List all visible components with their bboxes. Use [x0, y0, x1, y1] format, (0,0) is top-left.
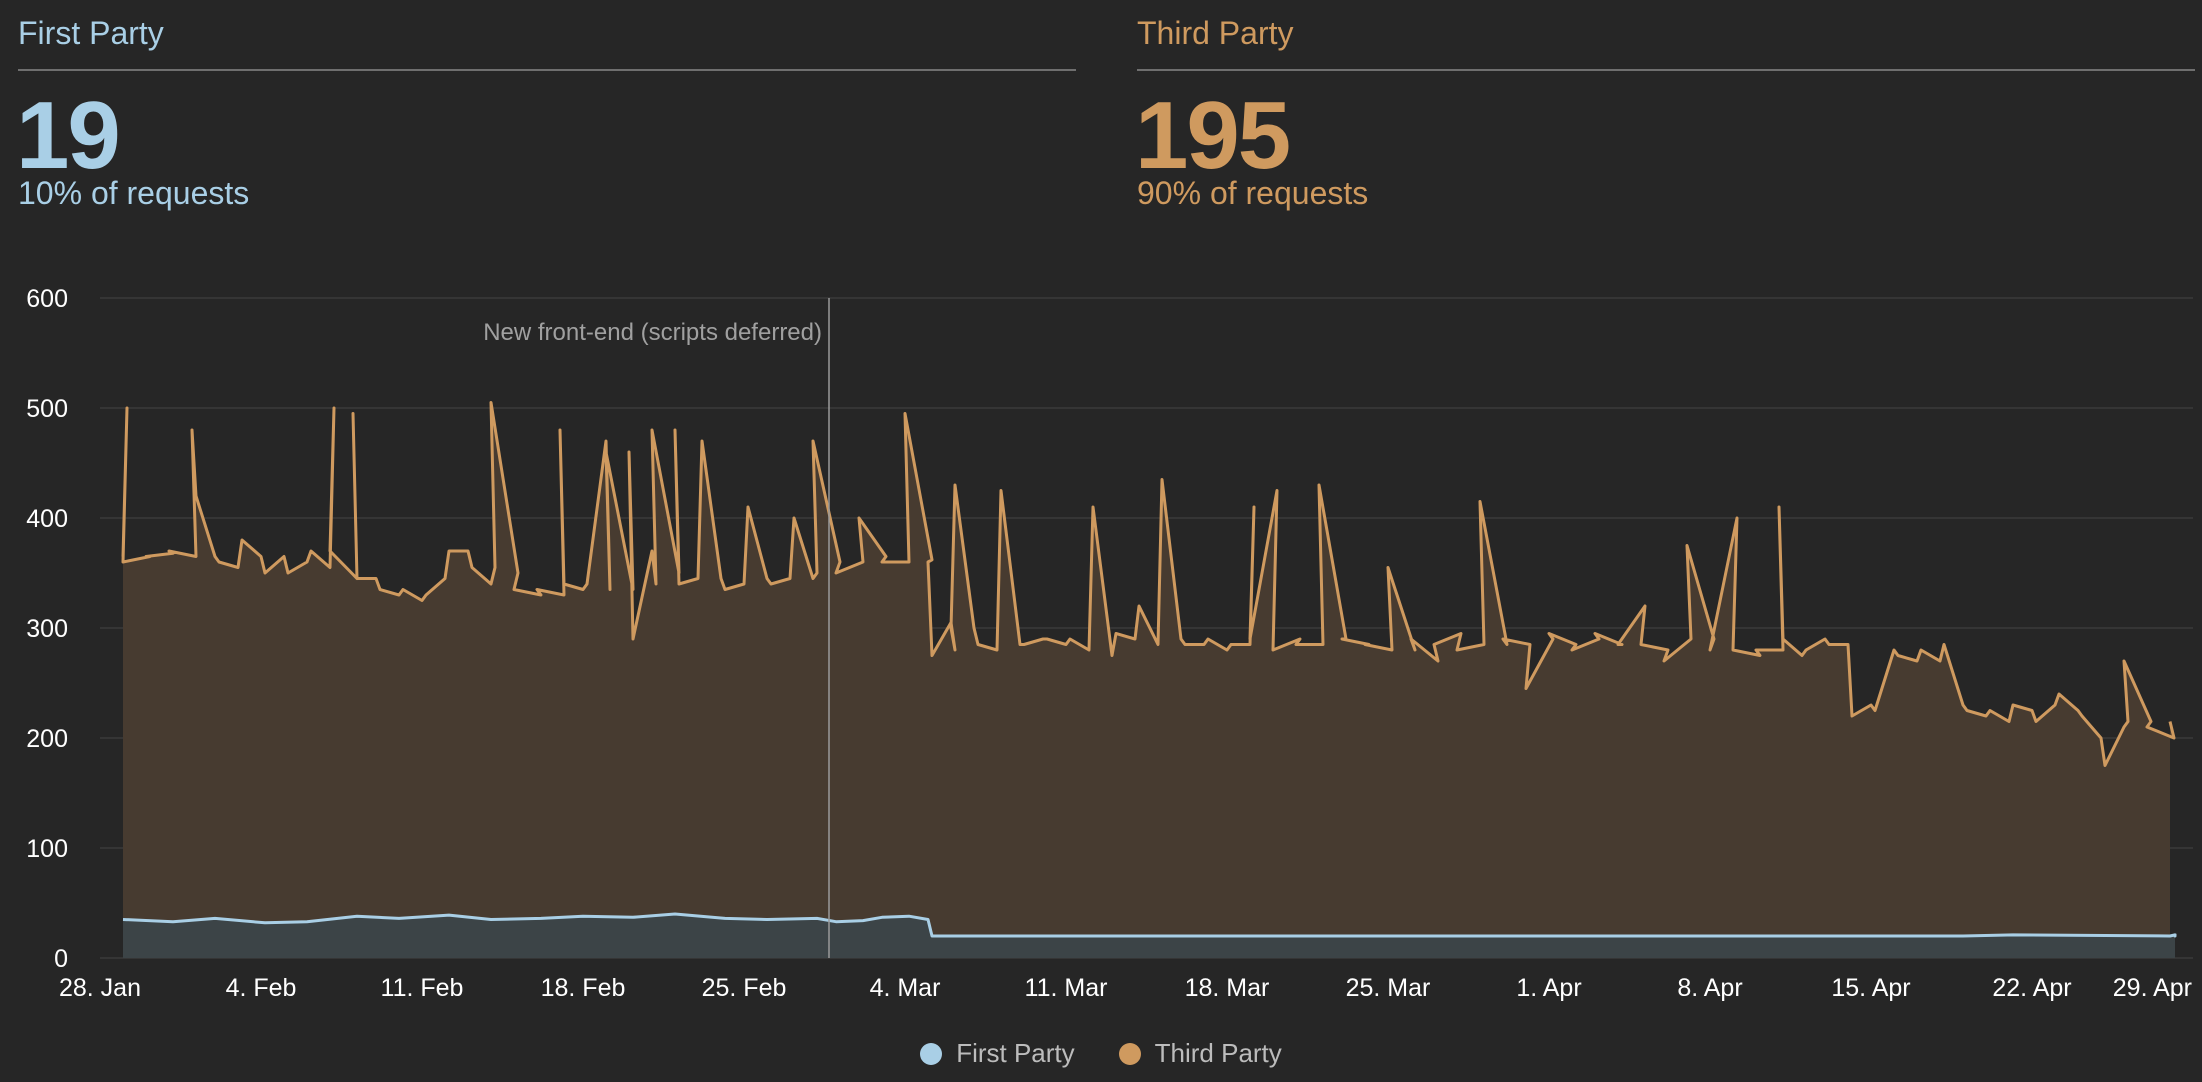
x-tick-label: 25. Mar [1346, 974, 1431, 1002]
y-axis-ticks: 0 100 200 300 400 500 600 [26, 285, 68, 973]
legend-swatch-first-party [920, 1042, 943, 1065]
x-tick-label: 28. Jan [59, 974, 141, 1002]
annotation-label: New front-end (scripts deferred) [483, 319, 822, 346]
y-tick-label: 300 [26, 615, 68, 643]
x-tick-label: 8. Apr [1677, 974, 1742, 1002]
y-tick-label: 100 [26, 835, 68, 863]
y-tick-label: 500 [26, 395, 68, 423]
x-tick-label: 18. Feb [541, 974, 626, 1002]
legend-label-first-party: First Party [956, 1038, 1075, 1068]
third-party-area [123, 402, 2174, 958]
x-tick-label: 1. Apr [1516, 974, 1581, 1002]
y-tick-label: 600 [26, 285, 68, 313]
legend-item-first-party[interactable]: First Party [920, 1038, 1075, 1069]
x-tick-label: 29. Apr [2113, 974, 2192, 1002]
legend-swatch-third-party [1118, 1042, 1141, 1065]
legend-item-third-party[interactable]: Third Party [1118, 1038, 1282, 1069]
x-tick-label: 4. Feb [226, 974, 297, 1002]
y-tick-label: 200 [26, 725, 68, 753]
x-tick-label: 15. Apr [1831, 974, 1910, 1002]
series-areas [123, 402, 2175, 958]
chart-legend: First Party Third Party [0, 1038, 2202, 1069]
y-tick-label: 400 [26, 505, 68, 533]
y-tick-label: 0 [54, 945, 68, 973]
x-tick-label: 25. Feb [702, 974, 787, 1002]
x-tick-label: 22. Apr [1992, 974, 2071, 1002]
requests-area-chart: New front-end (scripts deferred) 0 100 200… [26, 285, 2193, 1002]
x-tick-label: 11. Feb [381, 974, 464, 1002]
x-tick-label: 4. Mar [870, 974, 941, 1002]
x-axis-ticks: 28. Jan 4. Feb 11. Feb 18. Feb 25. Feb 4. Mar… [59, 974, 2192, 1002]
legend-label-third-party: Third Party [1154, 1038, 1282, 1068]
x-tick-label: 11. Mar [1025, 974, 1108, 1002]
x-tick-label: 18. Mar [1185, 974, 1270, 1002]
